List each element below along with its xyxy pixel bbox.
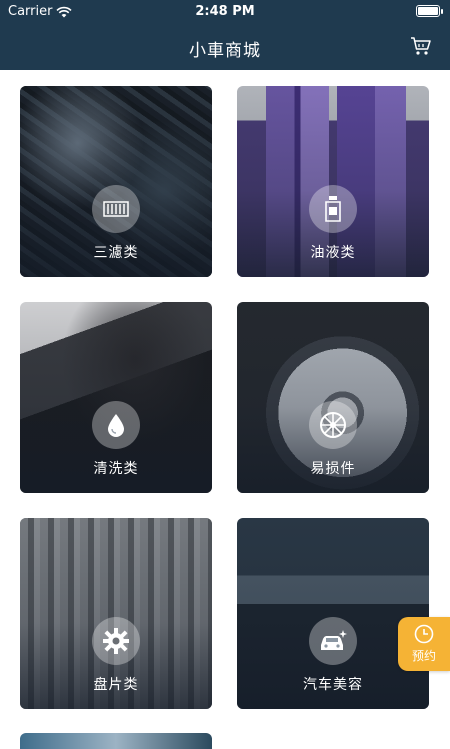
category-card-partial[interactable] bbox=[20, 733, 212, 749]
category-label: 易损件 bbox=[310, 461, 356, 477]
water-drop-icon bbox=[92, 401, 140, 449]
app-header: Carrier 2:48 PM 小車商城 bbox=[0, 0, 450, 70]
category-card-car-beauty[interactable]: 汽车美容 bbox=[237, 518, 429, 709]
category-label: 汽车美容 bbox=[303, 677, 363, 693]
category-label: 盘片类 bbox=[93, 677, 139, 693]
clock-icon bbox=[414, 624, 434, 644]
category-card-wear-parts[interactable]: 易损件 bbox=[237, 302, 429, 493]
category-label: 三濾类 bbox=[93, 245, 139, 261]
booking-button[interactable]: 预约 bbox=[398, 617, 450, 671]
category-card-discs[interactable]: 盘片类 bbox=[20, 518, 212, 709]
category-card-filters[interactable]: 三濾类 bbox=[20, 86, 212, 277]
category-card-cleaning[interactable]: 清洗类 bbox=[20, 302, 212, 493]
car-shine-icon bbox=[309, 617, 357, 665]
status-time: 2:48 PM bbox=[195, 4, 255, 19]
category-label: 油液类 bbox=[310, 245, 356, 261]
cart-icon[interactable] bbox=[410, 36, 432, 56]
page-title: 小車商城 bbox=[189, 41, 261, 61]
battery-icon bbox=[416, 5, 443, 17]
category-label: 清洗类 bbox=[93, 461, 139, 477]
category-card-fluids[interactable]: 油液类 bbox=[237, 86, 429, 277]
gear-icon bbox=[92, 617, 140, 665]
wheel-icon bbox=[309, 401, 357, 449]
oil-bottle-icon bbox=[309, 185, 357, 233]
filter-icon bbox=[92, 185, 140, 233]
status-bar: Carrier 2:48 PM bbox=[0, 0, 450, 24]
booking-label: 预约 bbox=[411, 649, 436, 663]
